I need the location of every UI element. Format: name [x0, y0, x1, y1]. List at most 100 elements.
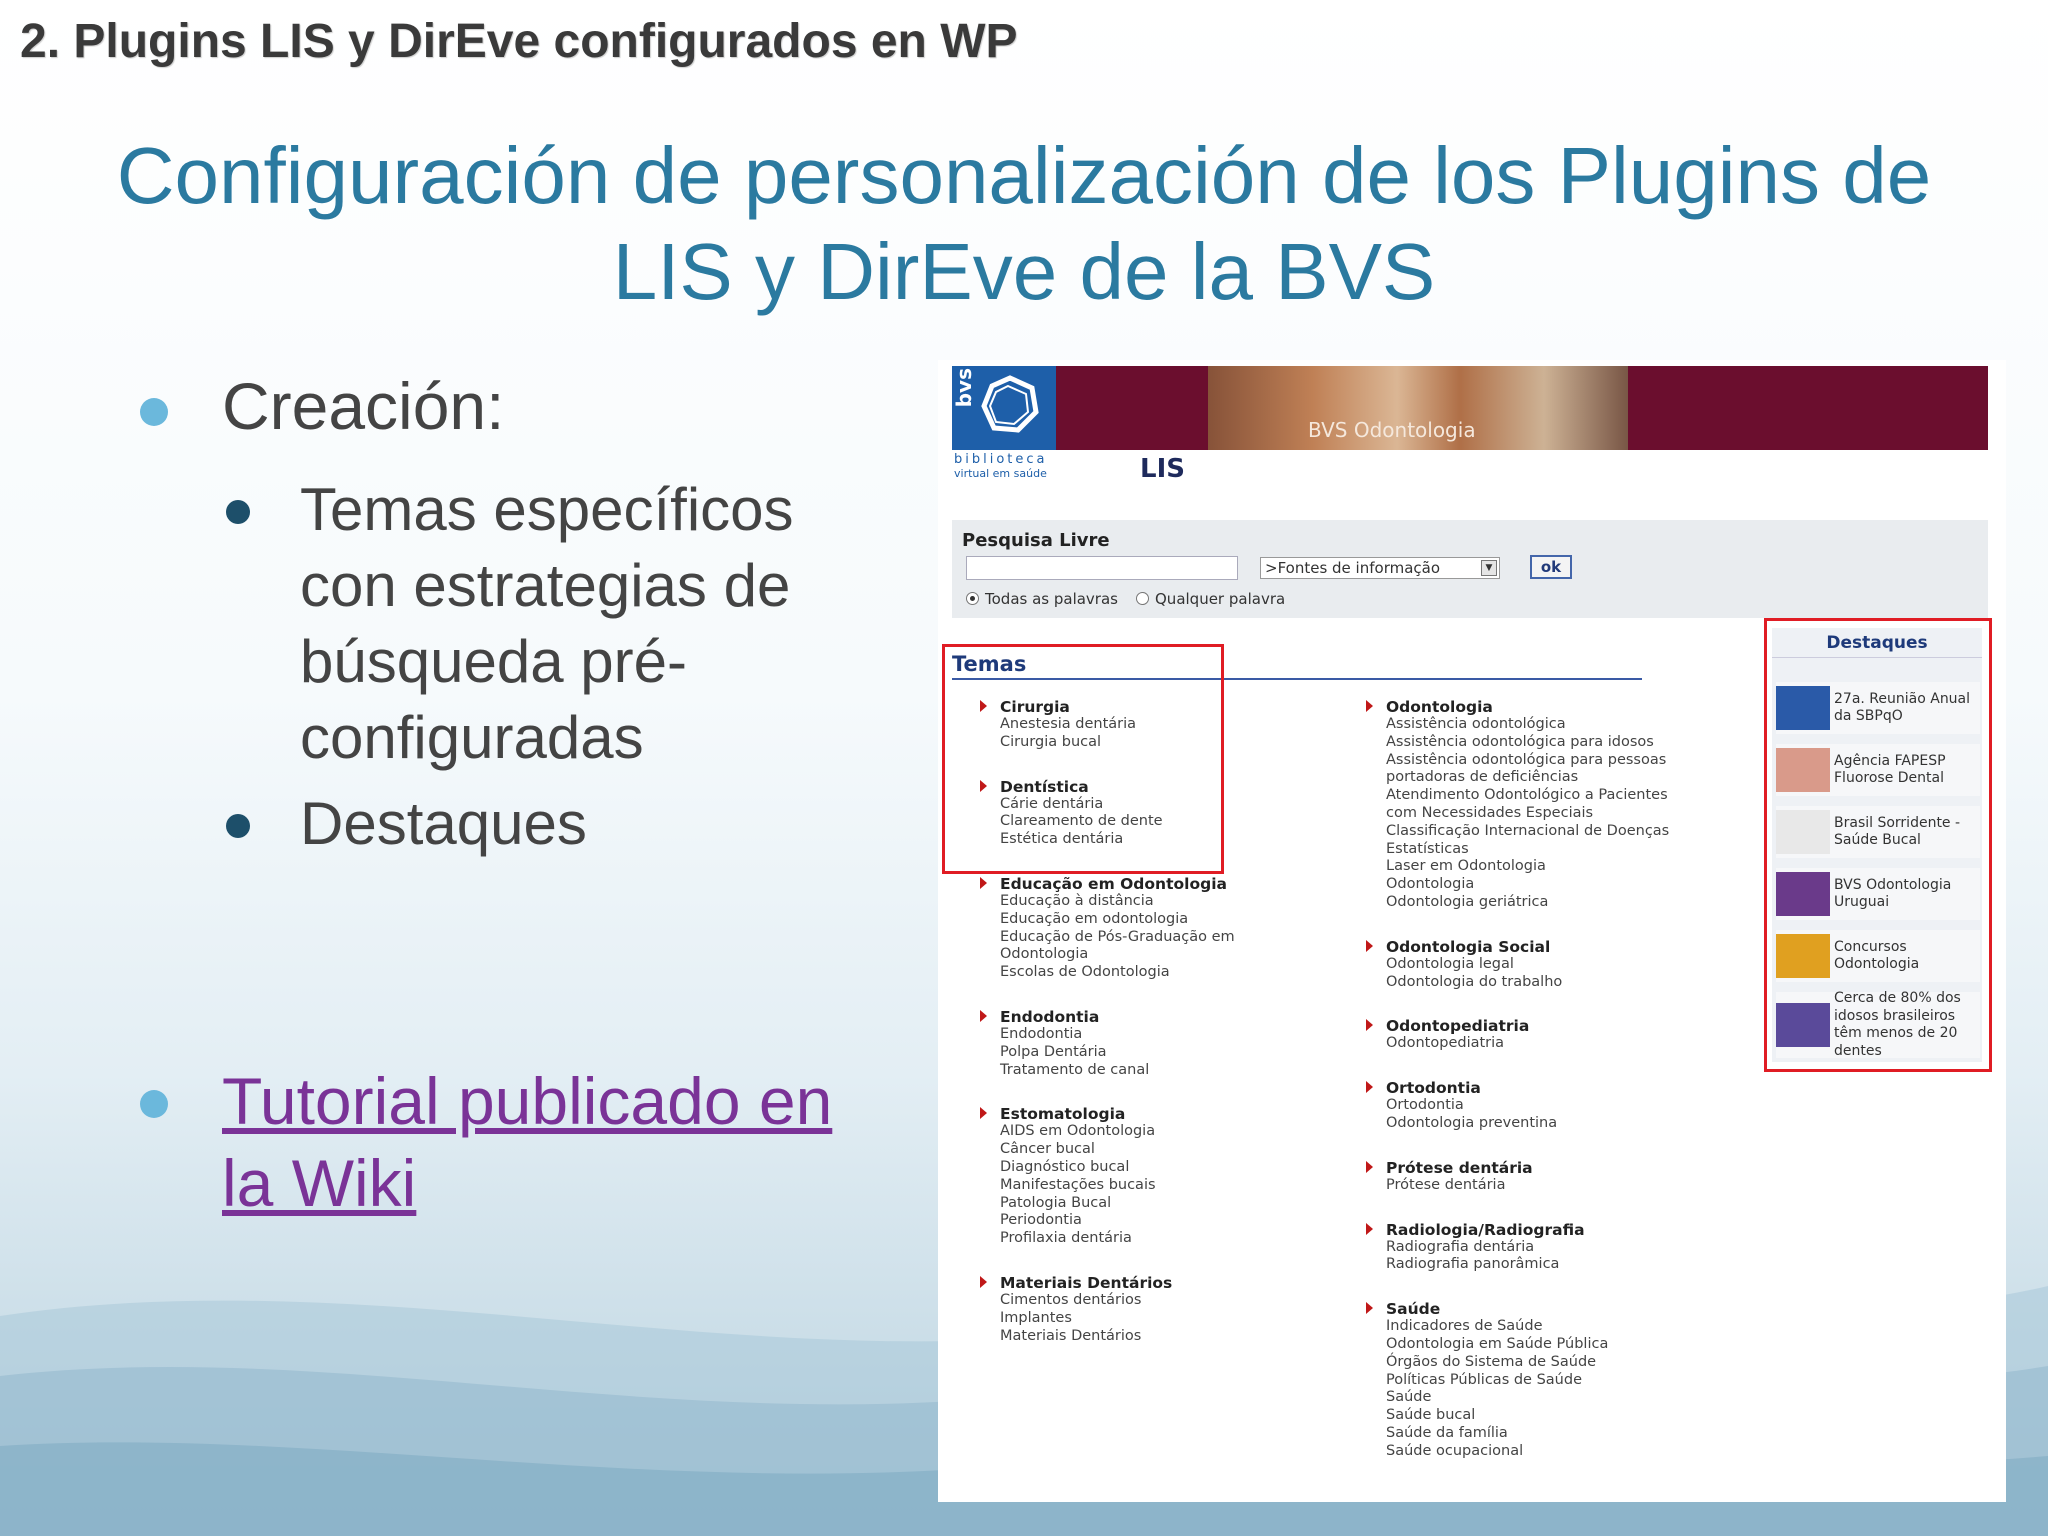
bvs-logo[interactable]: bvs — [952, 366, 1056, 450]
tema-link[interactable]: Saúde bucal — [1386, 1407, 1704, 1425]
tema-link[interactable]: Odontologia — [1000, 946, 1258, 964]
bullet-destaques: Destaques — [226, 786, 860, 862]
triangle-right-icon — [980, 876, 987, 889]
highlight-temas-box — [942, 644, 1224, 874]
highlight-destaques-box — [1764, 618, 1992, 1072]
slide-title: Configuración de personalización de los … — [116, 131, 1932, 316]
tema-link[interactable]: Escolas de Odontologia — [1000, 964, 1258, 982]
tema-link[interactable]: Câncer bucal — [1000, 1141, 1258, 1159]
tema-link[interactable]: Laser em Odontologia — [1386, 858, 1704, 876]
tema-link[interactable]: Tratamento de canal — [1000, 1062, 1258, 1080]
ok-button[interactable]: ok — [1530, 555, 1572, 579]
tema-link[interactable]: Saúde da família — [1386, 1425, 1704, 1443]
tema-category-name[interactable]: Odontologia Social — [1386, 938, 1704, 956]
tema-link[interactable]: Profilaxia dentária — [1000, 1230, 1258, 1248]
tema-link[interactable]: Estatísticas — [1386, 841, 1704, 859]
triangle-right-icon — [1366, 1081, 1373, 1094]
triangle-right-icon — [1366, 700, 1373, 712]
search-input[interactable] — [966, 556, 1238, 580]
tema-category: Estomatologia AIDS em Odontologia Câncer b… — [938, 1105, 1258, 1248]
tema-link[interactable]: Assistência odontológica para idosos — [1386, 734, 1704, 752]
tema-link[interactable]: Implantes — [1000, 1310, 1258, 1328]
tema-link[interactable]: Odontopediatria — [1386, 1035, 1704, 1053]
triangle-right-icon — [1366, 1302, 1373, 1315]
tema-link[interactable]: Assistência odontológica para pessoas — [1386, 752, 1704, 770]
bullet-text: Creación: — [222, 369, 505, 443]
tema-category: Saúde Indicadores de Saúde Odontologia em … — [1324, 1300, 1704, 1460]
tema-link[interactable]: Radiografia panorâmica — [1386, 1256, 1704, 1274]
bullet-dot — [140, 398, 168, 426]
sub-bullet-dot — [226, 500, 250, 524]
logo-subcaption: virtual em saúde — [954, 467, 1047, 480]
tema-link[interactable]: Odontologia em Saúde Pública — [1386, 1336, 1704, 1354]
banner-label: BVS Odontologia — [1308, 418, 1476, 442]
tema-link[interactable]: Saúde — [1386, 1389, 1704, 1407]
tema-link[interactable]: Materiais Dentários — [1000, 1328, 1258, 1346]
logo-vertical-text: bvs — [952, 368, 976, 408]
tema-link[interactable]: Odontologia legal — [1386, 956, 1704, 974]
tema-category: Odontopediatria Odontopediatria — [1324, 1017, 1704, 1053]
tema-link[interactable]: Educação de Pós-Graduação em — [1000, 929, 1258, 947]
tema-link[interactable]: Ortodontia — [1386, 1097, 1704, 1115]
tema-link[interactable]: portadoras de deficiências — [1386, 769, 1704, 787]
tema-category-name[interactable]: Endodontia — [1000, 1008, 1258, 1026]
tema-link[interactable]: Classificação Internacional de Doenças — [1386, 823, 1704, 841]
tema-category-name[interactable]: Saúde — [1386, 1300, 1704, 1318]
page-title: LIS — [1140, 454, 1185, 484]
tema-link[interactable]: Assistência odontológica — [1386, 716, 1704, 734]
tema-category-name[interactable]: Materiais Dentários — [1000, 1274, 1258, 1292]
tema-category-name[interactable]: Odontologia — [1386, 698, 1704, 716]
tema-link[interactable]: Endodontia — [1000, 1026, 1258, 1044]
lis-screenshot: BVS Odontologia bvs biblioteca virtual e… — [938, 360, 2006, 1502]
tema-category: Radiologia/Radiografia Radiografia dentár… — [1324, 1221, 1704, 1275]
tema-category-name[interactable]: Odontopediatria — [1386, 1017, 1704, 1035]
tema-link[interactable]: Educação à distância — [1000, 893, 1258, 911]
source-select[interactable]: >Fontes de informação ▼ — [1260, 557, 1500, 579]
tema-link[interactable]: Radiografia dentária — [1386, 1239, 1704, 1257]
tema-category-name[interactable]: Radiologia/Radiografia — [1386, 1221, 1704, 1239]
tema-category-name[interactable]: Estomatologia — [1000, 1105, 1258, 1123]
tema-link[interactable]: Atendimento Odontológico a Pacientes — [1386, 787, 1704, 805]
tema-category: Odontologia Social Odontologia legal Odont… — [1324, 938, 1704, 992]
triangle-right-icon — [1366, 939, 1373, 952]
select-value: >Fontes de informação — [1265, 559, 1441, 577]
tema-link[interactable]: AIDS em Odontologia — [1000, 1123, 1258, 1141]
tema-link[interactable]: Órgãos do Sistema de Saúde — [1386, 1354, 1704, 1372]
chevron-down-icon[interactable]: ▼ — [1481, 560, 1497, 576]
tema-link[interactable]: com Necessidades Especiais — [1386, 805, 1704, 823]
tema-link[interactable]: Periodontia — [1000, 1212, 1258, 1230]
tema-link[interactable]: Odontologia preventina — [1386, 1115, 1704, 1133]
triangle-right-icon — [980, 1275, 987, 1288]
tema-link[interactable]: Cimentos dentários — [1000, 1292, 1258, 1310]
bullet-text: Destaques — [300, 790, 587, 857]
sub-bullet-dot — [226, 814, 250, 838]
tema-link[interactable]: Odontologia do trabalho — [1386, 974, 1704, 992]
bullet-tutorial: Tutorial publicado en la Wiki — [140, 1060, 882, 1224]
tema-category-name[interactable]: Educação em Odontologia — [1000, 875, 1258, 893]
radio-icon — [1136, 592, 1149, 605]
triangle-right-icon — [1366, 1160, 1373, 1173]
tema-link[interactable]: Prótese dentária — [1386, 1177, 1704, 1195]
triangle-right-icon — [1366, 1222, 1373, 1235]
tema-category-name[interactable]: Ortodontia — [1386, 1079, 1704, 1097]
tutorial-link[interactable]: Tutorial publicado en la Wiki — [222, 1060, 882, 1224]
bullet-dot — [140, 1090, 168, 1118]
temas-column-right: Odontologia Assistência odontológica Assis… — [1324, 698, 1704, 1487]
tema-link[interactable]: Odontologia — [1386, 876, 1704, 894]
tema-link[interactable]: Indicadores de Saúde — [1386, 1318, 1704, 1336]
tema-link[interactable]: Diagnóstico bucal — [1000, 1159, 1258, 1177]
radio-any-word[interactable]: Qualquer palavra — [1136, 590, 1285, 608]
radio-label: Qualquer palavra — [1155, 590, 1286, 608]
tema-link[interactable]: Odontologia geriátrica — [1386, 894, 1704, 912]
tema-link[interactable]: Educação em odontologia — [1000, 911, 1258, 929]
tema-link[interactable]: Polpa Dentária — [1000, 1044, 1258, 1062]
tema-link[interactable]: Saúde ocupacional — [1386, 1443, 1704, 1461]
radio-all-words[interactable]: Todas as palavras — [966, 590, 1118, 608]
tema-category-name[interactable]: Prótese dentária — [1386, 1159, 1704, 1177]
tema-category: Prótese dentária Prótese dentária — [1324, 1159, 1704, 1195]
tema-link[interactable]: Manifestações bucais — [1000, 1177, 1258, 1195]
tema-link[interactable]: Políticas Públicas de Saúde — [1386, 1372, 1704, 1390]
tema-category: Educação em Odontologia Educação à distân… — [938, 875, 1258, 982]
tema-category: Odontologia Assistência odontológica Assis… — [1324, 698, 1704, 912]
tema-link[interactable]: Patologia Bucal — [1000, 1195, 1258, 1213]
